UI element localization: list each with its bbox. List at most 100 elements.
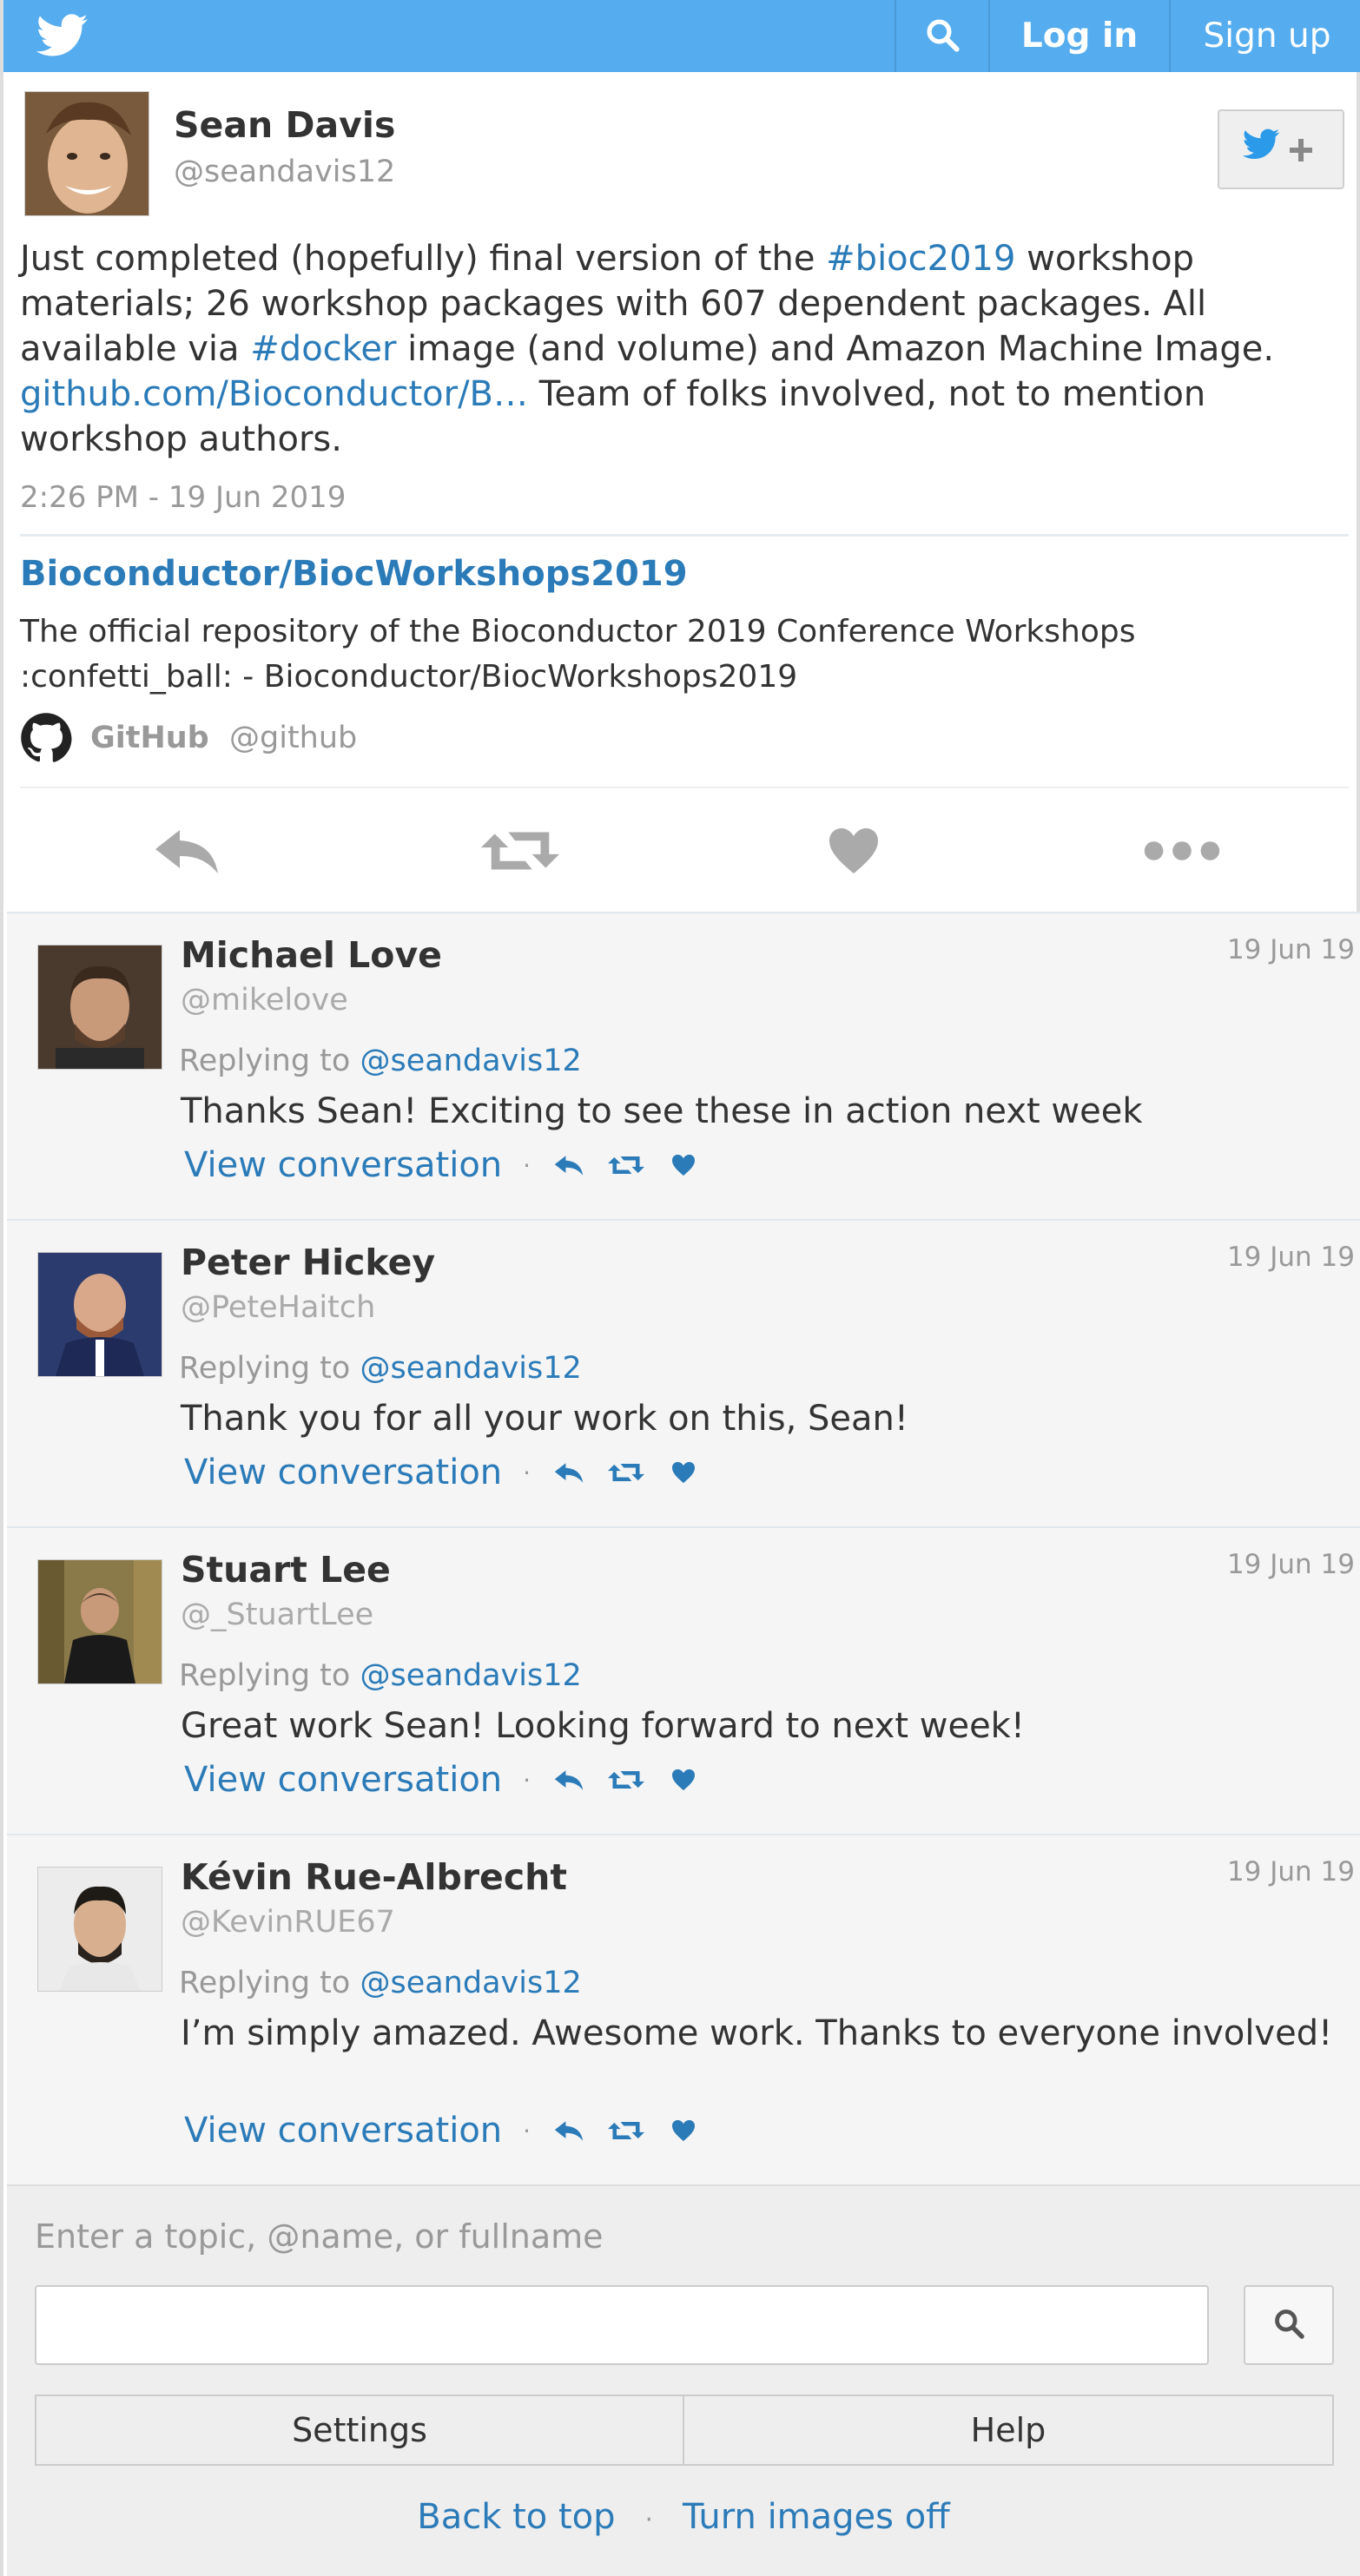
separator-dot: · (523, 1150, 531, 1180)
replying-to: Replying to @seandavis12 (179, 1351, 582, 1386)
like-icon[interactable] (664, 1148, 703, 1183)
reply-item[interactable]: Kévin Rue-Albrecht @KevinRUE67 19 Jun 19… (7, 1834, 1360, 2184)
reply-author-name[interactable]: Michael Love (181, 934, 442, 976)
replying-to-handle[interactable]: @seandavis12 (360, 1044, 581, 1078)
divider (20, 534, 1349, 537)
replying-to-handle[interactable]: @seandavis12 (360, 1966, 581, 2000)
separator-dot: · (523, 2116, 531, 2145)
reply-icon[interactable] (550, 1148, 588, 1183)
turn-images-off-link[interactable]: Turn images off (683, 2497, 950, 2537)
reply-item[interactable]: Peter Hickey @PeteHaitch 19 Jun 19 Reply… (7, 1219, 1360, 1526)
reply-author-handle[interactable]: @KevinRUE67 (181, 1905, 395, 1940)
card-title-link[interactable]: Bioconductor/BiocWorkshops2019 (20, 554, 688, 594)
reply-author-name[interactable]: Kévin Rue-Albrecht (181, 1856, 567, 1898)
replying-to: Replying to @seandavis12 (179, 1658, 582, 1693)
search-submit-button[interactable] (1244, 2285, 1334, 2365)
like-icon[interactable] (664, 1455, 703, 1490)
retweet-icon[interactable] (481, 816, 559, 886)
search-icon (924, 16, 961, 56)
replying-to: Replying to @seandavis12 (179, 1966, 582, 2000)
login-button[interactable]: Log in (988, 0, 1169, 72)
reply-footer: View conversation · (184, 1141, 722, 1189)
like-icon[interactable] (664, 2113, 703, 2148)
reply-icon[interactable] (550, 2113, 588, 2148)
replying-to-prefix: Replying to (179, 1044, 360, 1078)
card-description: The official repository of the Bioconduc… (20, 614, 1136, 695)
reply-icon[interactable] (550, 1762, 588, 1797)
retweet-icon[interactable] (607, 2113, 645, 2148)
reply-author-name[interactable]: Stuart Lee (181, 1549, 391, 1591)
separator-dot: · (644, 2505, 654, 2535)
reply-text: Thank you for all your work on this, Sea… (181, 1399, 908, 1439)
github-icon (20, 712, 72, 764)
reply-icon[interactable] (550, 1455, 588, 1490)
replying-to-handle[interactable]: @seandavis12 (360, 1658, 581, 1693)
follow-bird-plus-icon (1241, 125, 1321, 174)
retweet-icon[interactable] (607, 1148, 645, 1183)
search-label: Enter a topic, @name, or fullname (35, 2217, 604, 2256)
reply-avatar[interactable] (37, 945, 162, 1070)
replying-to-handle[interactable]: @seandavis12 (360, 1351, 581, 1386)
like-icon[interactable] (664, 1762, 703, 1797)
tweet-text: Just completed (hopefully) final version… (20, 236, 1349, 462)
twitter-bird-icon[interactable] (36, 12, 89, 59)
view-conversation-link[interactable]: View conversation (184, 1145, 502, 1185)
more-icon[interactable] (1143, 816, 1221, 886)
separator-dot: · (523, 1765, 531, 1795)
replying-to-prefix: Replying to (179, 1351, 360, 1386)
tweet-text-segment: image (and volume) and Amazon Machine Im… (396, 329, 1275, 369)
reply-date[interactable]: 19 Jun 19 (1227, 1856, 1355, 1888)
reply-avatar[interactable] (37, 1252, 162, 1377)
reply-date[interactable]: 19 Jun 19 (1227, 934, 1355, 965)
github-url-link[interactable]: github.com/Bioconductor/B… (20, 374, 528, 414)
like-icon[interactable] (815, 816, 893, 886)
search-button[interactable] (895, 0, 988, 72)
replying-to: Replying to @seandavis12 (179, 1044, 582, 1078)
reply-item[interactable]: Stuart Lee @_StuartLee 19 Jun 19 Replyin… (7, 1526, 1360, 1834)
reply-footer: View conversation · (184, 2106, 722, 2155)
tweet-timestamp[interactable]: 2:26 PM - 19 Jun 2019 (20, 480, 346, 515)
footer-links: Back to top · Turn images off (7, 2497, 1360, 2537)
card-source-name[interactable]: GitHub (90, 721, 209, 755)
retweet-icon[interactable] (607, 1455, 645, 1490)
reply-text: Great work Sean! Looking forward to next… (181, 1706, 1025, 1746)
retweet-icon[interactable] (607, 1762, 645, 1797)
reply-avatar[interactable] (37, 1559, 162, 1684)
reply-author-handle[interactable]: @_StuartLee (181, 1598, 373, 1632)
hashtag-docker-link[interactable]: #docker (250, 329, 396, 369)
reply-footer: View conversation · (184, 1448, 722, 1497)
view-conversation-link[interactable]: View conversation (184, 1760, 502, 1800)
replying-to-prefix: Replying to (179, 1966, 360, 2000)
reply-author-handle[interactable]: @PeteHaitch (181, 1290, 375, 1325)
search-input[interactable] (35, 2285, 1209, 2365)
reply-icon[interactable] (148, 816, 226, 886)
author-name[interactable]: Sean Davis (174, 104, 395, 146)
reply-text: Thanks Sean! Exciting to see these in ac… (181, 1091, 1143, 1131)
divider (20, 787, 1349, 788)
author-handle[interactable]: @seandavis12 (174, 155, 395, 189)
follow-button[interactable] (1218, 109, 1344, 189)
page: Log in Sign up Sean Davis @seandavis12 J… (0, 0, 1360, 2576)
reply-footer: View conversation · (184, 1756, 722, 1804)
reply-date[interactable]: 19 Jun 19 (1227, 1242, 1355, 1273)
tweet-text-segment: Just completed (hopefully) final version… (20, 239, 827, 279)
view-conversation-link[interactable]: View conversation (184, 2111, 502, 2151)
tweet-actions (7, 790, 1360, 912)
settings-button[interactable]: Settings (35, 2395, 684, 2466)
author-avatar[interactable] (24, 91, 149, 216)
reply-avatar[interactable] (37, 1867, 162, 1992)
help-button[interactable]: Help (684, 2395, 1334, 2466)
reply-author-name[interactable]: Peter Hickey (181, 1242, 435, 1283)
view-conversation-link[interactable]: View conversation (184, 1453, 502, 1492)
signup-button[interactable]: Sign up (1169, 0, 1360, 72)
search-icon (1272, 2307, 1305, 2343)
card-source-handle[interactable]: @github (229, 721, 357, 755)
top-bar: Log in Sign up (3, 0, 1360, 72)
hashtag-bioc2019-link[interactable]: #bioc2019 (826, 239, 1015, 279)
reply-item[interactable]: Michael Love @mikelove 19 Jun 19 Replyin… (7, 912, 1360, 1219)
reply-date[interactable]: 19 Jun 19 (1227, 1549, 1355, 1580)
footer: Enter a topic, @name, or fullname Settin… (7, 2184, 1360, 2576)
replying-to-prefix: Replying to (179, 1658, 360, 1693)
reply-author-handle[interactable]: @mikelove (181, 983, 348, 1018)
back-to-top-link[interactable]: Back to top (417, 2497, 615, 2537)
